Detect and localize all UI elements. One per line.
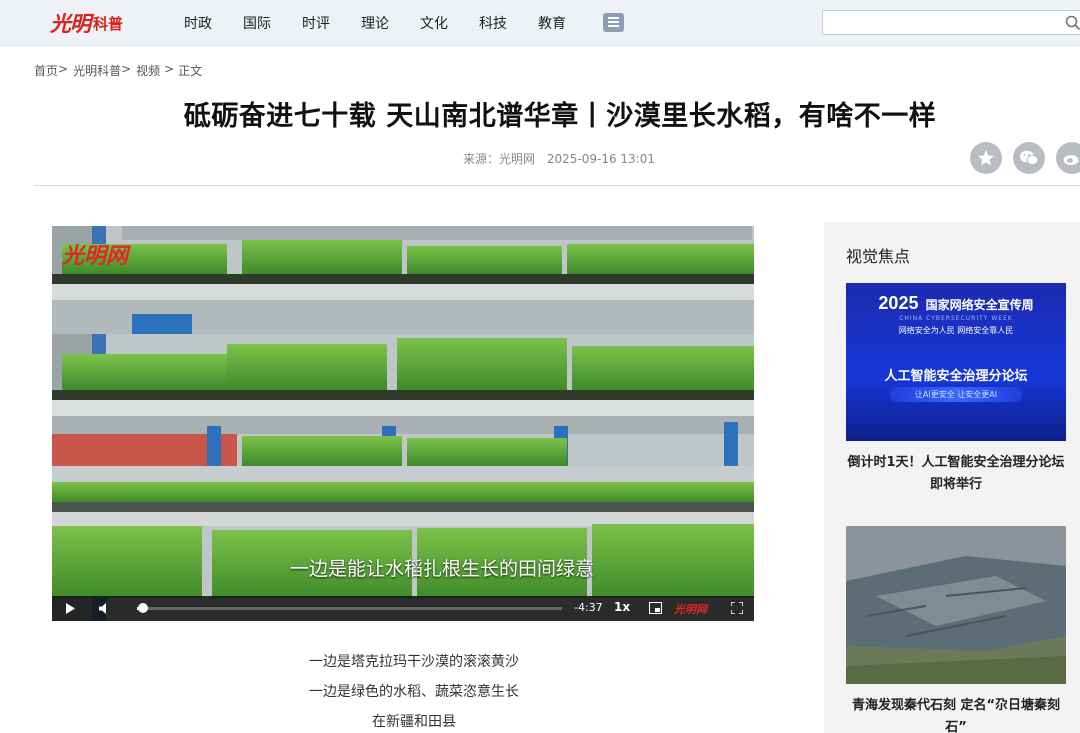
article-paragraph: 在新疆和田县 <box>372 714 456 730</box>
video-time-remaining: -4:37 <box>574 601 603 614</box>
breadcrumb-science[interactable]: 光明科普 <box>73 62 121 79</box>
video-progress-bar[interactable] <box>137 603 562 613</box>
menu-list-icon[interactable] <box>603 13 624 32</box>
breadcrumb-video[interactable]: 视频 <box>136 62 160 79</box>
top-navigation-bar: 光明 科普 时政 国际 时评 理论 文化 科技 教育 <box>0 0 1080 46</box>
control-watermark-logo: 光明网 <box>674 603 707 616</box>
play-icon[interactable] <box>65 603 75 614</box>
volume-icon[interactable] <box>99 603 111 614</box>
banner-header: 2025 国家网络安全宣传周 <box>846 293 1066 314</box>
article-datetime: 2025-09-16 13:01 <box>546 152 655 166</box>
nav-item-theory[interactable]: 理论 <box>361 13 389 33</box>
banner-year: 2025 <box>878 293 919 313</box>
nav-item-international[interactable]: 国际 <box>243 13 271 33</box>
sidebar-visual-focus: 视觉焦点 2025 国家网络安全宣传周 CHINA CYBERSECURITY … <box>824 222 1080 733</box>
article-body: 一边是塔克拉玛干沙漠的滚滚黄沙 一边是绿色的水稻、蔬菜恣意生长 在新疆和田县 <box>200 647 628 733</box>
site-logo[interactable]: 光明 科普 <box>50 8 123 38</box>
video-controls: -4:37 1x 光明网 <box>52 596 754 621</box>
banner-tagline: 让AI更安全 让安全更AI <box>890 387 1022 402</box>
card-image-banner: 2025 国家网络安全宣传周 CHINA CYBERSECURITY WEEK … <box>846 283 1066 441</box>
header-divider <box>34 185 1080 186</box>
video-subtitle: 一边是能让水稻扎根生长的田间绿意 <box>289 558 594 580</box>
logo-subtitle: 科普 <box>93 14 124 33</box>
main-nav: 时政 国际 时评 理论 文化 科技 教育 <box>184 0 597 46</box>
banner-event: 国家网络安全宣传周 <box>925 298 1034 312</box>
search-input[interactable] <box>823 11 1053 34</box>
video-progress-handle[interactable] <box>138 603 148 613</box>
fullscreen-icon[interactable] <box>731 602 743 614</box>
breadcrumb: 首页 > 光明科普 > 视频 > 正文 <box>34 62 202 79</box>
breadcrumb-separator: > <box>121 62 132 76</box>
breadcrumb-home[interactable]: 首页 <box>34 62 58 79</box>
logo-glyph: 光明 <box>50 11 91 36</box>
article-paragraph: 一边是绿色的水稻、蔬菜恣意生长 <box>309 684 519 700</box>
sidebar-title: 视觉焦点 <box>846 247 911 266</box>
card-caption[interactable]: 倒计时1天！人工智能安全治理分论坛即将举行 <box>846 452 1066 496</box>
video-player[interactable]: 光明网 一边是能让水稻扎根生长的田间绿意 -4:37 1x 光明网 <box>52 226 754 621</box>
nav-item-culture[interactable]: 文化 <box>420 13 448 33</box>
share-wechat-icon[interactable] <box>1013 142 1045 174</box>
nav-item-technology[interactable]: 科技 <box>479 13 507 33</box>
search-icon[interactable] <box>1065 15 1080 31</box>
breadcrumb-separator: > <box>164 62 175 76</box>
card-caption[interactable]: 青海发现秦代石刻 定名“尕日塘秦刻石” <box>846 695 1066 733</box>
focus-card-ai-forum[interactable]: 2025 国家网络安全宣传周 CHINA CYBERSECURITY WEEK … <box>846 283 1066 496</box>
nav-item-politics[interactable]: 时政 <box>184 13 212 33</box>
banner-slogan: 网络安全为人民 网络安全靠人民 <box>898 326 1014 335</box>
rock-photo <box>846 526 1066 684</box>
banner-forum-title: 人工智能安全治理分论坛 <box>884 369 1028 384</box>
breadcrumb-separator: > <box>58 62 69 76</box>
picture-in-picture-icon[interactable] <box>649 602 662 614</box>
banner-event-en: CHINA CYBERSECURITY WEEK <box>899 315 1013 322</box>
nav-item-education[interactable]: 教育 <box>538 13 566 33</box>
search-box <box>822 10 1080 35</box>
article-source: 来源：光明网 <box>463 152 536 166</box>
focus-card-qin-inscription[interactable]: 青海发现秦代石刻 定名“尕日塘秦刻石” <box>846 526 1066 733</box>
article-meta: 来源：光明网 2025-09-16 13:01 <box>463 150 663 167</box>
article-title: 砥砺奋进七十载 天山南北谱华章丨沙漠里长水稻，有啥不一样 <box>183 101 937 132</box>
share-qzone-icon[interactable] <box>970 142 1002 174</box>
nav-item-commentary[interactable]: 时评 <box>302 13 330 33</box>
share-weibo-icon[interactable] <box>1056 142 1080 174</box>
article-paragraph: 一边是塔克拉玛干沙漠的滚滚黄沙 <box>309 654 519 670</box>
card-image-rock <box>846 526 1066 684</box>
playback-speed-button[interactable]: 1x <box>614 600 630 614</box>
video-watermark-logo: 光明网 <box>62 243 129 269</box>
breadcrumb-current: 正文 <box>178 64 203 78</box>
